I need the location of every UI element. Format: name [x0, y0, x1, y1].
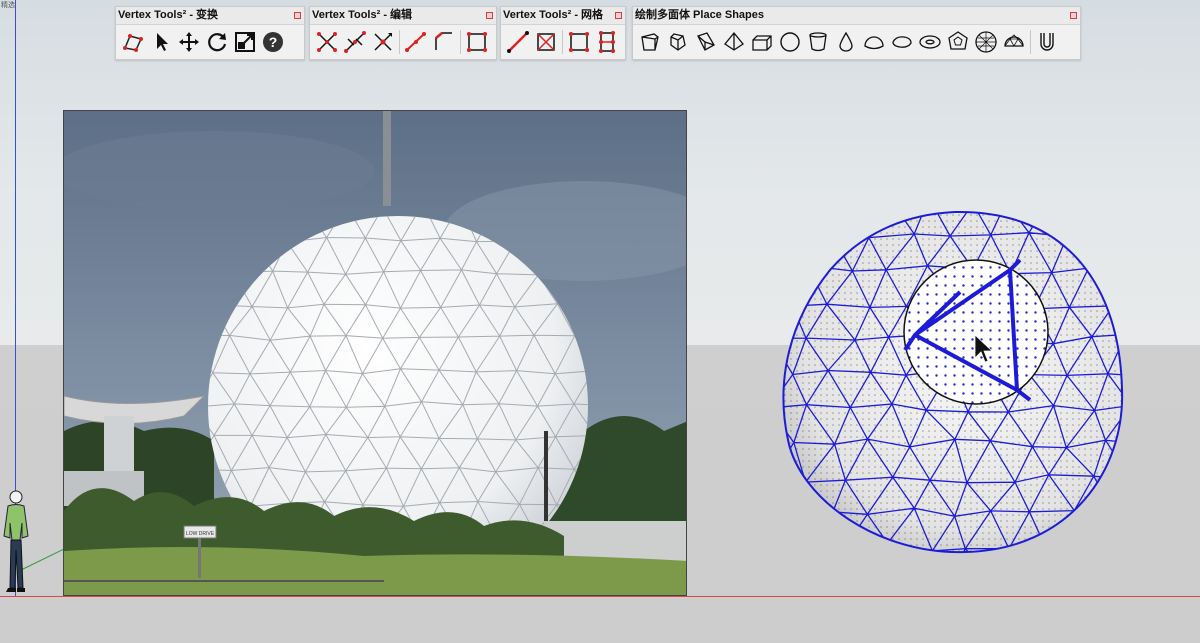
- collapse-icon[interactable]: [369, 28, 397, 56]
- pointer-icon[interactable]: [147, 28, 175, 56]
- geodesic-sphere-model[interactable]: [770, 200, 1140, 570]
- toolbar-vertex-edit: Vertex Tools² - 编辑: [309, 6, 497, 60]
- sketchup-viewport[interactable]: 精选 Vertex Tools² - 变换 ? Vertex Tools² - …: [0, 0, 1200, 643]
- toolbar-close-icon[interactable]: [486, 12, 493, 19]
- toolbar-title: Vertex Tools² - 编辑: [312, 9, 413, 21]
- triangulate-icon[interactable]: [532, 28, 560, 56]
- capsule-icon[interactable]: [888, 28, 916, 56]
- rotate-icon[interactable]: [203, 28, 231, 56]
- connect-vertices-icon[interactable]: [402, 28, 430, 56]
- geosphere-icon[interactable]: [972, 28, 1000, 56]
- toolbar-place-shapes: 绘制多面体 Place Shapes: [632, 6, 1081, 60]
- grid-icon[interactable]: [565, 28, 593, 56]
- help-icon[interactable]: ?: [259, 28, 287, 56]
- cube-icon[interactable]: [636, 28, 664, 56]
- connect-edge-icon[interactable]: [504, 28, 532, 56]
- tube-icon[interactable]: [1033, 28, 1061, 56]
- corner-label: 精选: [1, 2, 15, 9]
- toolbar-title: Vertex Tools² - 变换: [118, 9, 219, 21]
- hexagon-icon[interactable]: [664, 28, 692, 56]
- dome-icon[interactable]: [860, 28, 888, 56]
- hemisphere-icon[interactable]: [1000, 28, 1028, 56]
- merge-along-edge-icon[interactable]: [341, 28, 369, 56]
- subdivide-icon[interactable]: [593, 28, 621, 56]
- move-icon[interactable]: [175, 28, 203, 56]
- torus-icon[interactable]: [916, 28, 944, 56]
- soft-select-icon[interactable]: [463, 28, 491, 56]
- bevel-icon[interactable]: [430, 28, 458, 56]
- cylinder-icon[interactable]: [748, 28, 776, 56]
- toolbar-title: Vertex Tools² - 网格: [503, 9, 604, 21]
- scale-figure-person: [0, 488, 36, 598]
- toolbar-close-icon[interactable]: [615, 12, 622, 19]
- merge-vertices-icon[interactable]: [313, 28, 341, 56]
- selection-circle[interactable]: [903, 258, 1049, 405]
- toolbar-close-icon[interactable]: [1070, 12, 1077, 19]
- dodecahedron-icon[interactable]: [944, 28, 972, 56]
- toolbar-title: 绘制多面体 Place Shapes: [635, 9, 764, 21]
- teardrop-icon[interactable]: [832, 28, 860, 56]
- select-vertices-icon[interactable]: [119, 28, 147, 56]
- cone-icon[interactable]: [804, 28, 832, 56]
- radome-photo: LOW DRIVE: [63, 110, 687, 596]
- toolbar-vertex-transform: Vertex Tools² - 变换 ?: [115, 6, 305, 60]
- scale-icon[interactable]: [231, 28, 259, 56]
- toolbar-close-icon[interactable]: [294, 12, 301, 19]
- toolbar-vertex-mesh: Vertex Tools² - 网格: [500, 6, 626, 60]
- prism-icon[interactable]: [692, 28, 720, 56]
- photo-sign-text: LOW DRIVE: [186, 531, 215, 537]
- red-axis-line: [0, 596, 1200, 597]
- svg-text:?: ?: [269, 34, 278, 50]
- circle-icon[interactable]: [776, 28, 804, 56]
- pyramid-icon[interactable]: [720, 28, 748, 56]
